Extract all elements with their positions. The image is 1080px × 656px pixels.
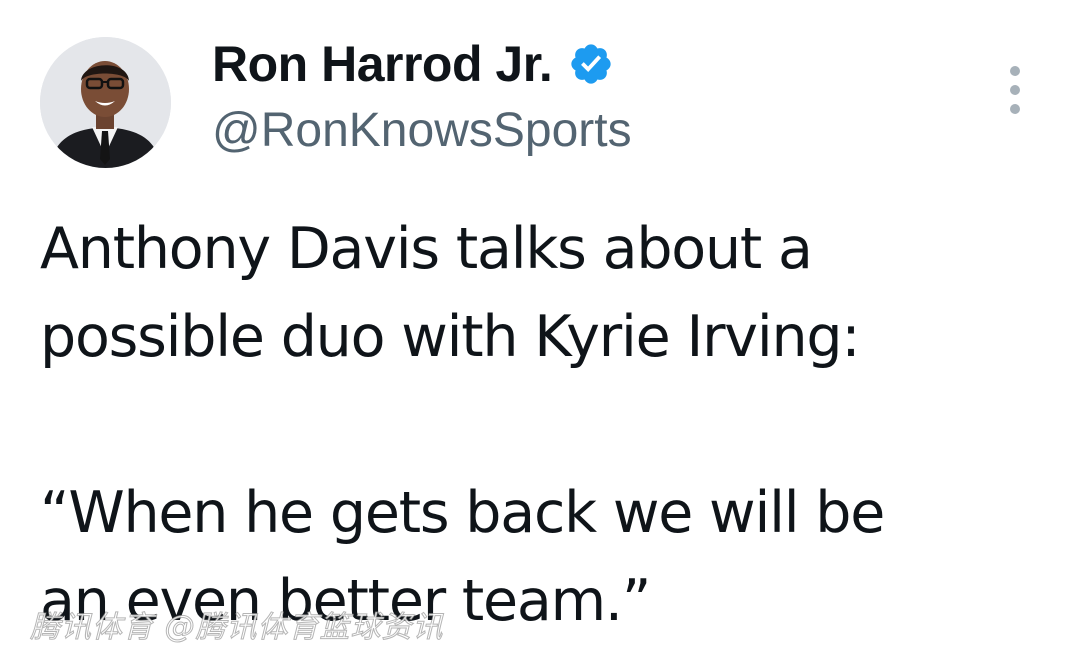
more-vertical-icon-dot <box>1010 85 1020 95</box>
tweet-text-line: Anthony Davis talks about a <box>40 216 813 282</box>
avatar-image <box>40 37 171 168</box>
author-display-name[interactable]: Ron Harrod Jr. <box>212 35 553 93</box>
author-handle[interactable]: @RonKnowsSports <box>212 103 632 158</box>
verified-badge-icon <box>568 41 614 87</box>
tweet-card: Ron Harrod Jr. @RonKnowsSports Anthony D… <box>0 0 1080 656</box>
author-avatar[interactable] <box>40 37 171 168</box>
watermark: 腾讯体育 @腾讯体育篮球资讯 <box>30 610 444 646</box>
more-vertical-icon-dot <box>1010 104 1020 114</box>
tweet-text-line: possible duo with Kyrie Irving: <box>40 304 861 370</box>
author-name-row[interactable]: Ron Harrod Jr. <box>212 34 614 94</box>
more-options-button[interactable] <box>1000 66 1030 114</box>
tweet-text-line: “When he gets back we will be <box>40 480 885 546</box>
more-vertical-icon <box>1010 66 1020 76</box>
tweet-text: Anthony Davis talks about a possible duo… <box>40 205 1050 645</box>
